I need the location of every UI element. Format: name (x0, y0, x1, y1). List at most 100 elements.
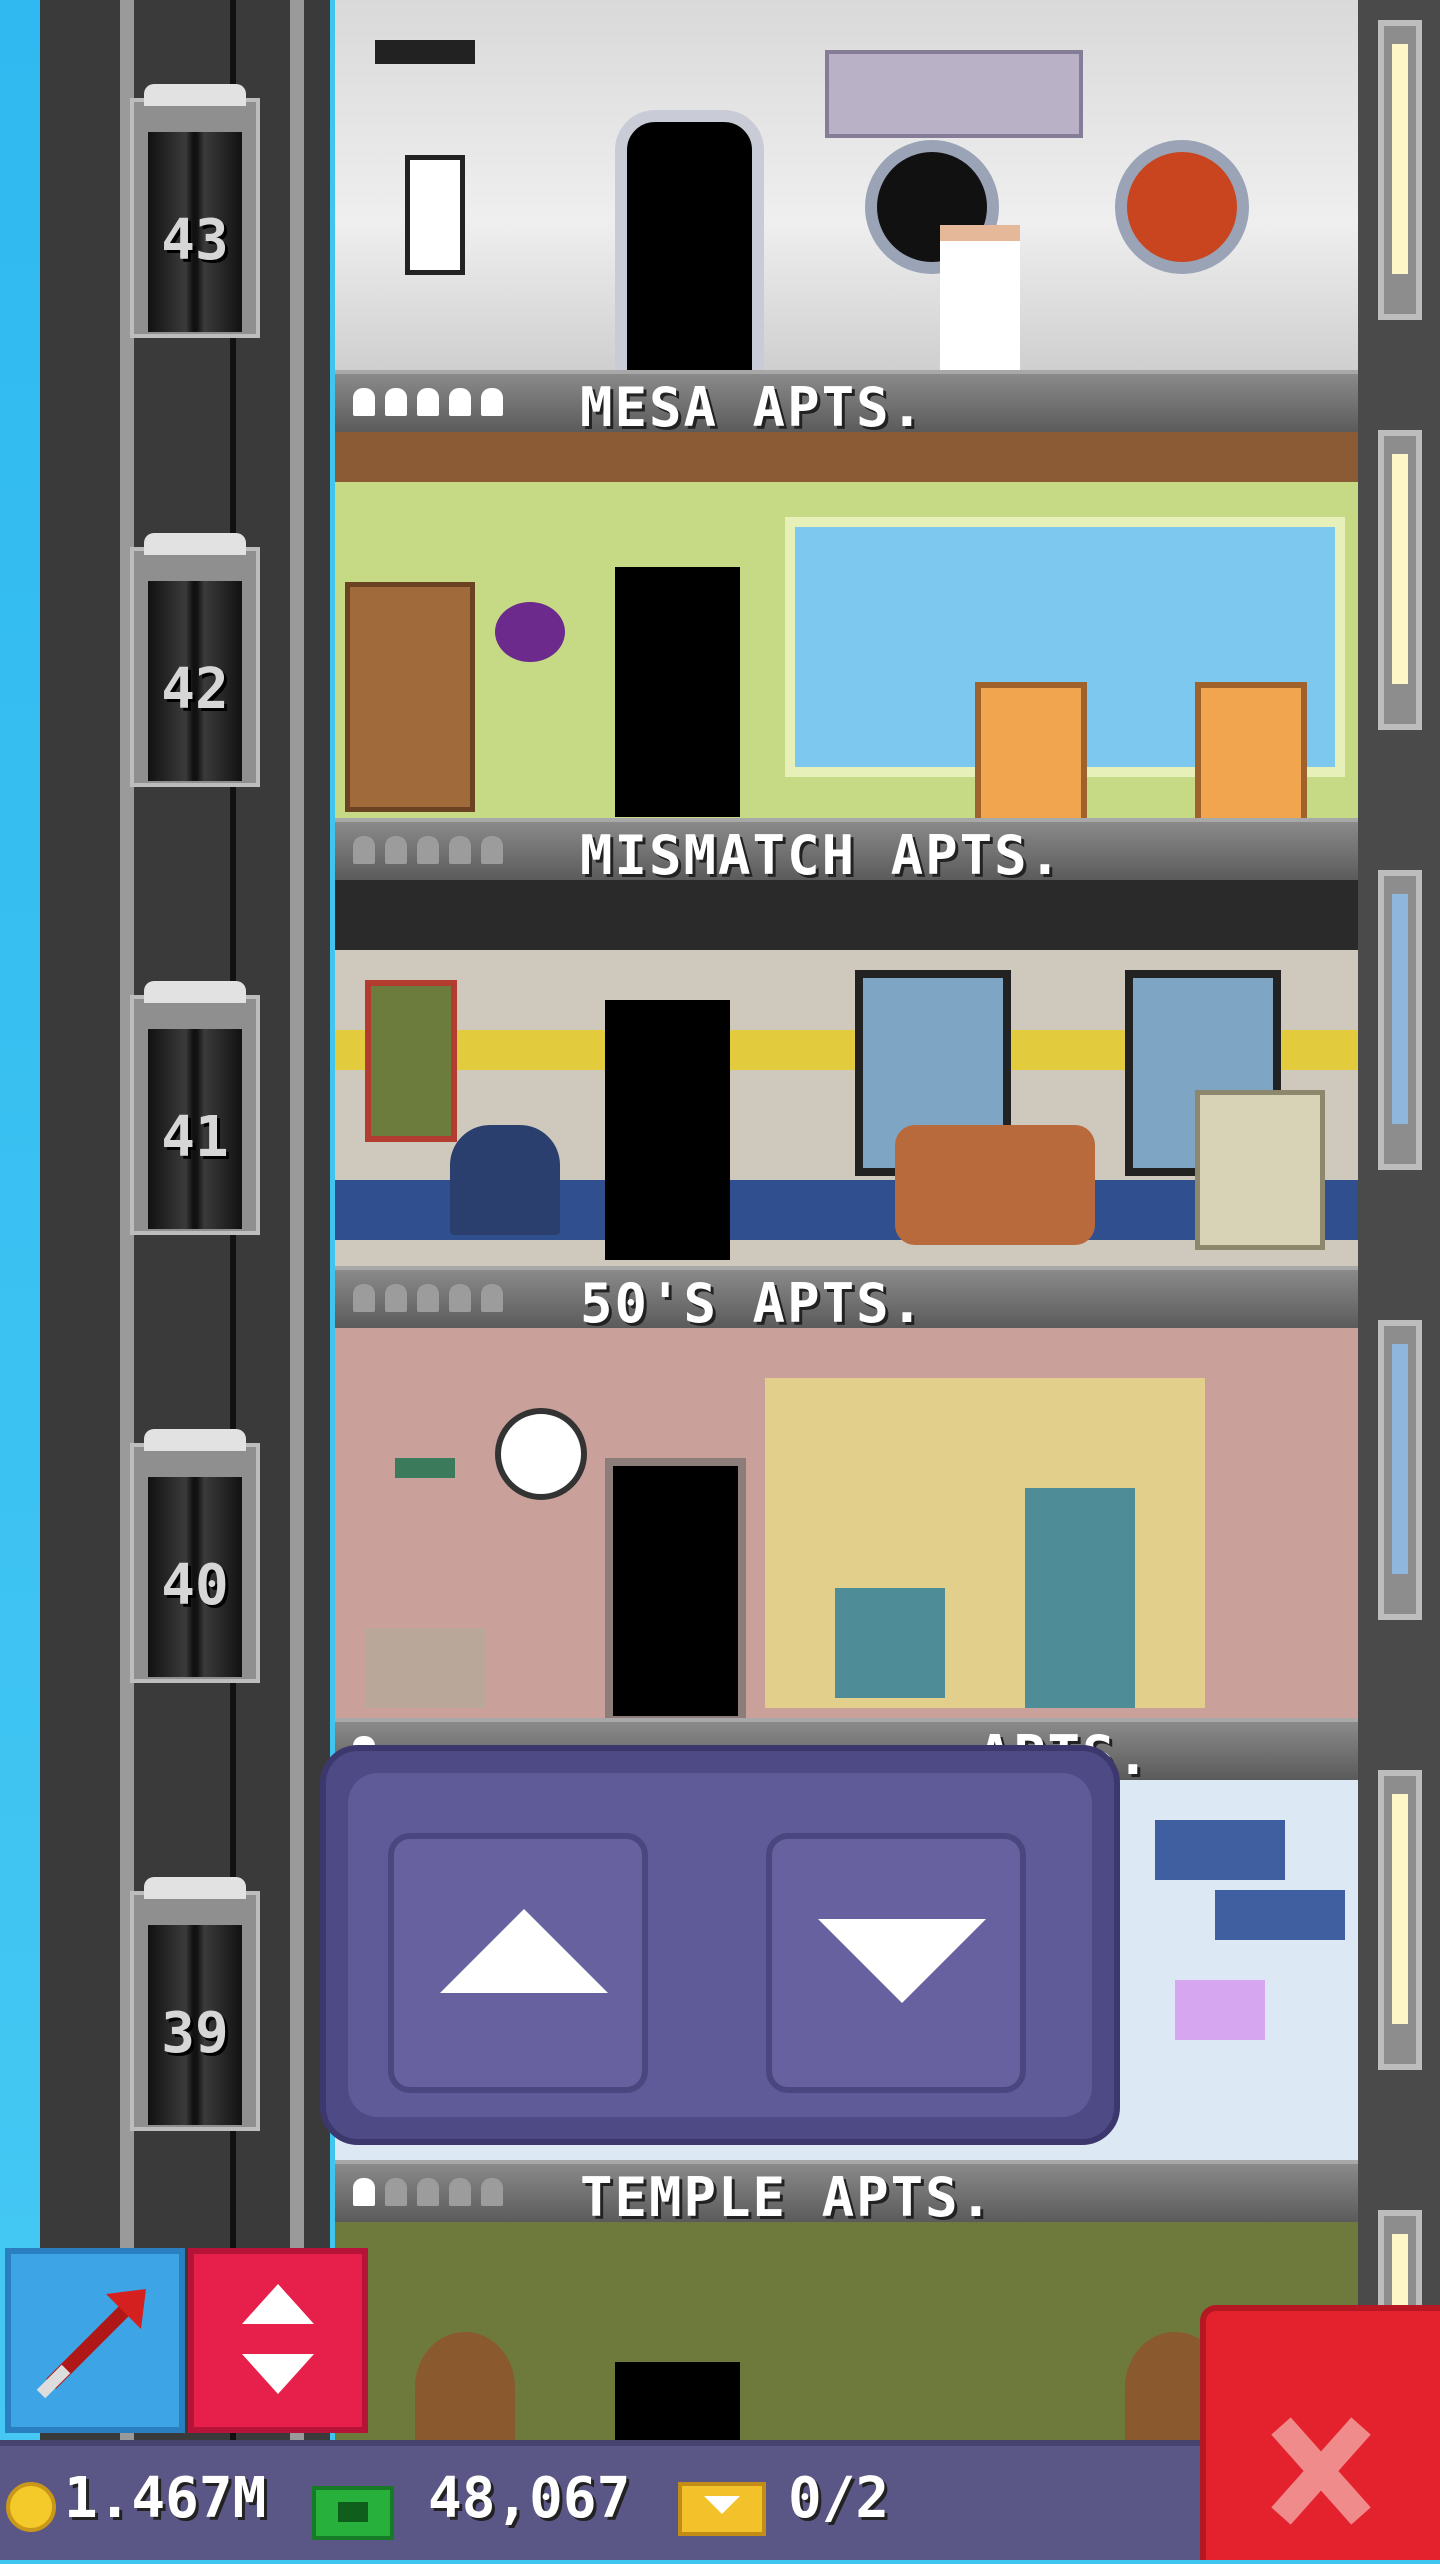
elevator-car-41[interactable]: 41 (130, 981, 260, 1235)
coin-icon (6, 2482, 56, 2532)
resident-icon (385, 2178, 407, 2206)
diagonal-arrow-icon (36, 2289, 146, 2399)
resident-icon (353, 388, 375, 416)
close-x-icon (1271, 2417, 1371, 2525)
resident-icon (481, 1284, 503, 1312)
elevator-down-button[interactable] (766, 1833, 1026, 2093)
pendant-lamp-icon (395, 1458, 455, 1478)
framed-picture-icon (365, 980, 457, 1142)
elevator-mode-button[interactable] (188, 2248, 368, 2433)
exterior-window (1378, 20, 1422, 320)
elevator-control-panel (320, 1745, 1120, 2145)
kitchen-cabinets-icon (765, 1378, 1205, 1708)
lamp-icon (1175, 1980, 1265, 2040)
resident-icon (417, 2178, 439, 2206)
exterior-window (1378, 1320, 1422, 1620)
floor-40-interior[interactable] (335, 1328, 1358, 1718)
resident-icon (417, 1284, 439, 1312)
resource-status-bar: 1.467M 48,067 0/2 (0, 2440, 1200, 2560)
floor-43-interior[interactable] (335, 0, 1358, 370)
close-button[interactable] (1200, 2305, 1440, 2560)
elevator-car-40[interactable]: 40 (130, 1429, 260, 1683)
porthole-mars-icon (1115, 140, 1249, 274)
floor-number: 41 (161, 1105, 229, 1170)
armchair-icon (1195, 682, 1307, 818)
fridge-icon (1025, 1488, 1135, 1708)
resident-icon (353, 1284, 375, 1312)
tickets-value: 0/2 (788, 2466, 890, 2531)
side-table-icon (365, 1628, 485, 1708)
move-mode-button[interactable] (5, 2248, 185, 2433)
resident-icon (449, 1284, 471, 1312)
elevator-car-42[interactable]: 42 (130, 533, 260, 787)
vent-icon (375, 40, 475, 64)
elevator-control-inner (348, 1773, 1092, 2117)
resident-icon (481, 836, 503, 864)
unit-doorway[interactable] (615, 567, 740, 817)
floor-number: 43 (161, 208, 229, 273)
resident-icon (417, 388, 439, 416)
unit-doorway[interactable] (615, 2362, 740, 2440)
occupancy-indicator (353, 1284, 503, 1312)
elevator-cap (144, 1429, 246, 1451)
coins-value: 1.467M (64, 2466, 267, 2531)
resident-icon (385, 836, 407, 864)
floor-number: 40 (161, 1553, 229, 1618)
resident-icon[interactable] (415, 2332, 515, 2440)
exterior-window (1378, 1770, 1422, 2070)
occupancy-indicator (353, 2178, 503, 2206)
resident-icon (481, 2178, 503, 2206)
armchair-icon (975, 682, 1087, 818)
resident-icon (449, 2178, 471, 2206)
resident-icon (385, 388, 407, 416)
unit-doorway[interactable] (615, 110, 764, 370)
floor-name: 50'S APTS. (580, 1272, 926, 1335)
floor-label-39[interactable]: TEMPLE APTS. (335, 2160, 1358, 2229)
floor-42-interior[interactable] (335, 432, 1358, 818)
up-down-arrows-icon (242, 2284, 314, 2394)
floor-name: MESA APTS. (580, 376, 926, 439)
tower-right-wall (1358, 0, 1440, 2440)
elevator-cap (144, 84, 246, 106)
resident-icon (449, 836, 471, 864)
bux-value: 48,067 (428, 2466, 631, 2531)
ticket-icon (678, 2482, 766, 2536)
elevator-cap (144, 981, 246, 1003)
elevator-cap (144, 533, 246, 555)
occupancy-indicator (353, 836, 503, 864)
floor-label-43[interactable]: MESA APTS. (335, 370, 1358, 439)
resident-icon (353, 836, 375, 864)
shelf-plants-icon (1155, 1820, 1285, 1880)
exterior-window (1378, 430, 1422, 730)
arrow-down-icon (818, 1919, 986, 2003)
resident-icon (385, 1284, 407, 1312)
elevator-car-39[interactable]: 39 (130, 1877, 260, 2131)
console-icon (825, 50, 1083, 138)
floor-number: 42 (161, 657, 229, 722)
resident-icon (481, 388, 503, 416)
armchair-icon (450, 1125, 560, 1235)
elevator-car-43[interactable]: 43 (130, 84, 260, 338)
unit-doorway[interactable] (605, 1000, 730, 1260)
floor-label-42[interactable]: MISMATCH APTS. (335, 818, 1358, 887)
elevator-cap (144, 1877, 246, 1899)
shelf-bottles-icon (1215, 1890, 1345, 1940)
sofa-icon (895, 1125, 1095, 1245)
floor-41-interior[interactable] (335, 880, 1358, 1266)
vintage-computer-icon (1195, 1090, 1325, 1250)
ceiling-beam (335, 432, 1358, 482)
floor-label-41[interactable]: 50'S APTS. (335, 1266, 1358, 1335)
bookshelf-icon (345, 582, 475, 812)
floor-name: TEMPLE APTS. (580, 2166, 995, 2229)
unit-doorway[interactable] (605, 1458, 746, 1718)
resident-icon (449, 388, 471, 416)
resident-icon (353, 2178, 375, 2206)
resident-karate-icon[interactable] (940, 225, 1020, 370)
arrow-up-icon (440, 1909, 608, 1993)
stove-icon (835, 1588, 945, 1698)
control-panel-icon (405, 155, 465, 275)
exterior-window (1378, 870, 1422, 1170)
shaft-rail-right (290, 0, 304, 2440)
elevator-up-button[interactable] (388, 1833, 648, 2093)
wall-clock-icon (495, 1408, 587, 1500)
